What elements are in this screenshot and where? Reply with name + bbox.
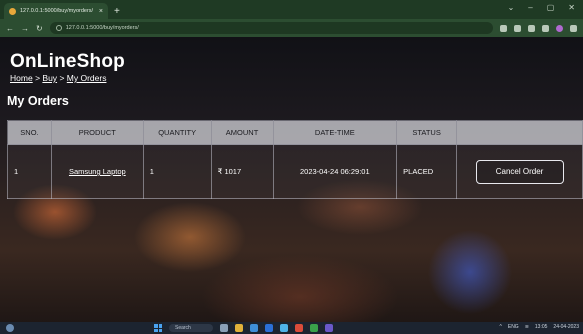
start-menu-icon[interactable]: [154, 324, 162, 332]
order-amount: ₹ 1017: [210, 144, 274, 199]
taskbar-apps: Search: [154, 324, 333, 332]
breadcrumb-separator: >: [59, 73, 65, 83]
table-row: 1 Samsung Laptop 1 ₹ 1017 2023-04-24 06:…: [7, 144, 583, 199]
site-info-icon[interactable]: [55, 25, 62, 31]
chrome-app-icon[interactable]: [310, 324, 318, 332]
share-icon[interactable]: [500, 24, 507, 32]
breadcrumb-my-orders[interactable]: My Orders: [67, 73, 107, 83]
tab-search-icon[interactable]: ⌄: [508, 3, 515, 12]
task-view-icon[interactable]: [220, 324, 228, 332]
new-tab-icon[interactable]: +: [114, 6, 120, 17]
window-controls: ⌄ – ▢ ✕: [508, 3, 575, 12]
weather-icon[interactable]: [6, 324, 14, 332]
address-bar[interactable]: 127.0.0.1:5000/buy/myorders/: [49, 22, 493, 34]
menu-icon[interactable]: [570, 24, 577, 32]
breadcrumb-home[interactable]: Home: [10, 73, 33, 83]
extension-icon[interactable]: [528, 24, 535, 32]
minimize-icon[interactable]: –: [528, 3, 532, 12]
column-header-amount: AMOUNT: [210, 120, 274, 145]
column-header-status: STATUS: [396, 120, 458, 145]
url-text: 127.0.0.1:5000/buy/myorders/: [65, 25, 139, 31]
office-app-icon[interactable]: [295, 324, 303, 332]
os-taskbar: Search ^ ENG ≋ 13:05 24-04-2023: [0, 322, 583, 334]
column-header-action: [456, 120, 583, 145]
browser-tab[interactable]: 127.0.0.1:5000/buy/myorders/ ×: [4, 3, 108, 19]
close-tab-icon[interactable]: ×: [99, 8, 103, 15]
breadcrumb-separator: >: [35, 73, 41, 83]
column-header-datetime: DATE-TIME: [272, 120, 398, 145]
clock-time[interactable]: 13:05: [535, 324, 548, 330]
tab-title: 127.0.0.1:5000/buy/myorders/: [20, 8, 94, 14]
breadcrumb: Home > Buy > My Orders: [10, 73, 106, 83]
table-header-row: SNO. PRODUCT QUANTITY AMOUNT DATE-TIME S…: [7, 120, 583, 145]
browser-toolbar: ← → ↻ 127.0.0.1:5000/buy/myorders/: [0, 19, 583, 37]
site-logo[interactable]: OnLineShop: [10, 51, 125, 73]
maximize-icon[interactable]: ▢: [547, 3, 555, 12]
system-tray: ^ ENG ≋ 13:05 24-04-2023: [500, 324, 580, 330]
page-title: My Orders: [7, 94, 69, 108]
order-action-cell: Cancel Order: [456, 144, 583, 199]
language-indicator[interactable]: ENG: [508, 324, 519, 330]
back-icon[interactable]: ←: [6, 24, 14, 33]
order-sno: 1: [7, 144, 52, 199]
column-header-product: PRODUCT: [50, 120, 144, 145]
bookmark-star-icon[interactable]: [514, 24, 521, 32]
breadcrumb-buy[interactable]: Buy: [42, 73, 57, 83]
store-app-icon[interactable]: [280, 324, 288, 332]
column-header-quantity: QUANTITY: [142, 120, 212, 145]
page-content: OnLineShop Home > Buy > My Orders My Ord…: [0, 37, 583, 322]
close-window-icon[interactable]: ✕: [568, 3, 575, 12]
product-link[interactable]: Samsung Laptop: [69, 167, 126, 176]
order-product-cell: Samsung Laptop: [50, 144, 144, 199]
edge-browser-icon[interactable]: [250, 324, 258, 332]
taskbar-search[interactable]: Search: [169, 324, 213, 332]
reload-icon[interactable]: ↻: [36, 24, 43, 33]
sidebar-icon[interactable]: [542, 24, 549, 32]
site-favicon-icon: [9, 7, 16, 15]
order-datetime: 2023-04-24 06:29:01: [272, 144, 398, 199]
clock-date[interactable]: 24-04-2023: [553, 324, 579, 330]
extension-area: [500, 24, 577, 32]
order-status: PLACED: [396, 144, 458, 199]
word-app-icon[interactable]: [265, 324, 273, 332]
wifi-icon[interactable]: ≋: [525, 324, 529, 330]
tray-chevron-icon[interactable]: ^: [500, 324, 502, 330]
order-quantity: 1: [142, 144, 212, 199]
vscode-app-icon[interactable]: [325, 324, 333, 332]
column-header-sno: SNO.: [7, 120, 52, 145]
forward-icon[interactable]: →: [21, 24, 29, 33]
browser-tab-strip: 127.0.0.1:5000/buy/myorders/ × + ⌄ – ▢ ✕: [0, 0, 583, 19]
cancel-order-button[interactable]: Cancel Order: [475, 159, 564, 184]
file-explorer-icon[interactable]: [235, 324, 243, 332]
profile-avatar-icon[interactable]: [556, 24, 563, 32]
orders-table: SNO. PRODUCT QUANTITY AMOUNT DATE-TIME S…: [7, 120, 583, 199]
